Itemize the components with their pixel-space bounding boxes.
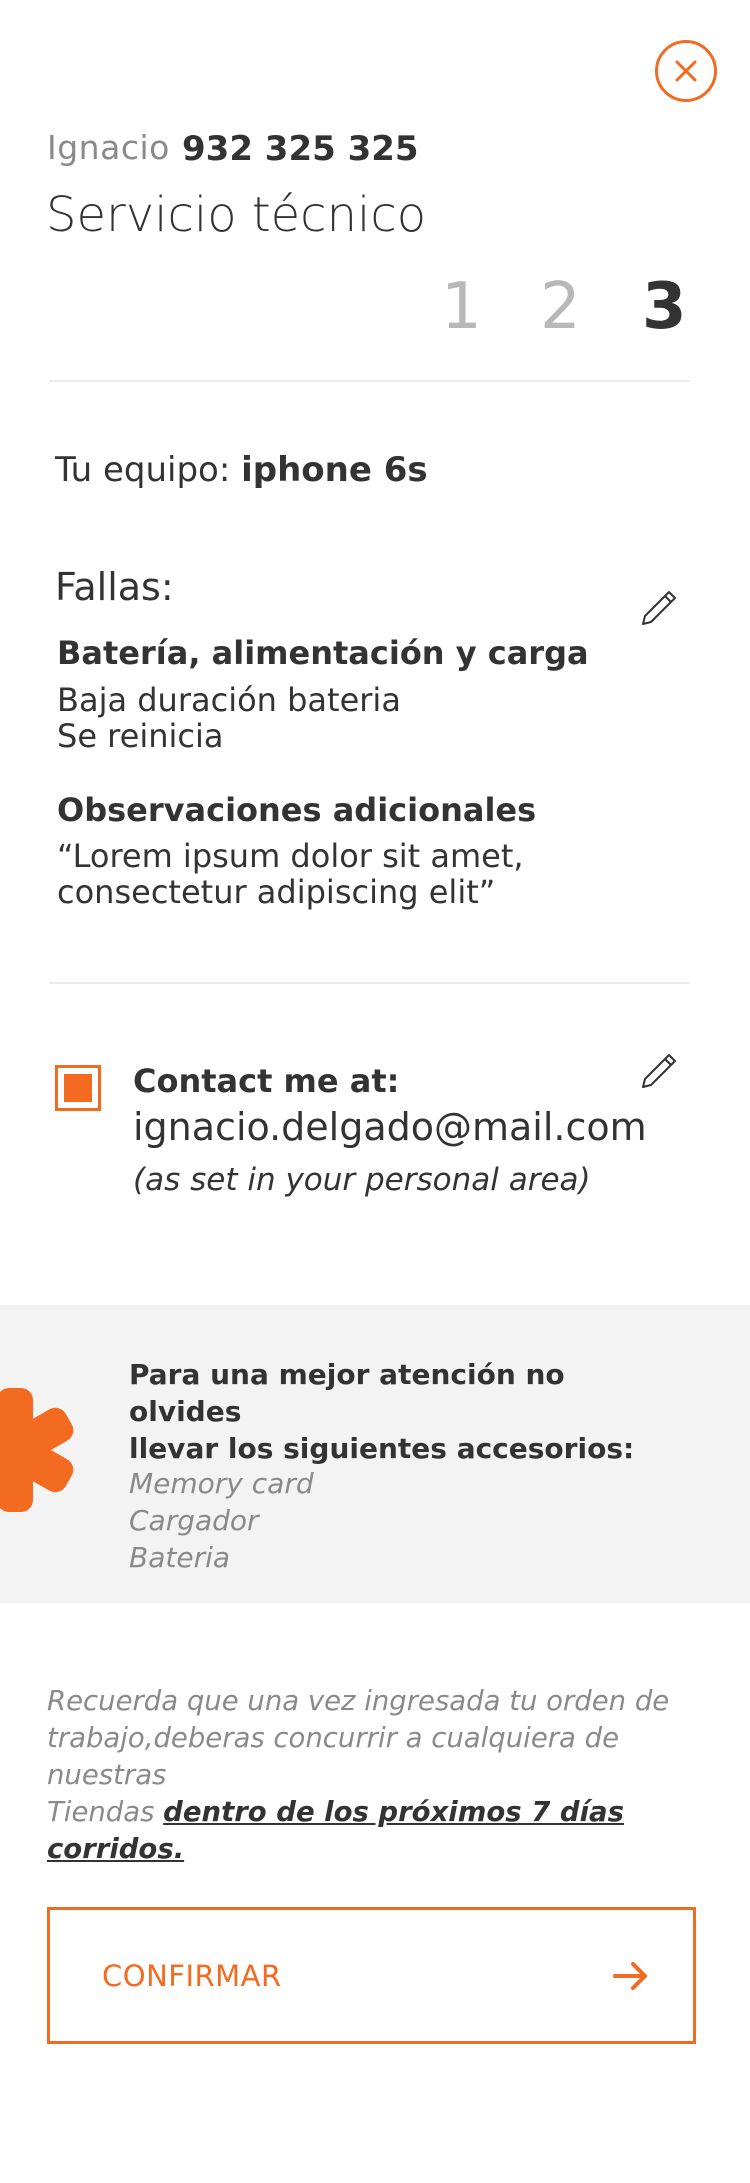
- observations-line: “Lorem ipsum dolor sit amet,: [57, 837, 524, 875]
- fault-item: Baja duración bateria: [57, 681, 401, 719]
- step-3[interactable]: 3: [642, 275, 687, 339]
- accessory-item: Bateria: [129, 1541, 231, 1574]
- notice-line-last: Tiendas dentro de los próximos 7 días co…: [47, 1794, 727, 1868]
- device-label: Tu equipo:: [55, 450, 231, 490]
- accessories-title-line: llevar los siguientes accesorios:: [129, 1432, 635, 1465]
- fault-item: Se reinicia: [57, 717, 224, 755]
- notice-line: Recuerda que una vez ingresada tu orden …: [47, 1685, 670, 1717]
- observations-heading: Observaciones adicionales: [57, 791, 537, 829]
- edit-contact-button[interactable]: [637, 1045, 683, 1095]
- divider: [49, 982, 690, 984]
- step-1[interactable]: 1: [441, 275, 482, 339]
- confirm-label: CONFIRMAR: [102, 1958, 282, 1993]
- pencil-icon: [642, 591, 676, 625]
- fault-items: Baja duración bateria Se reinicia: [57, 682, 401, 754]
- fault-category: Batería, alimentación y carga: [57, 634, 589, 672]
- divider: [49, 380, 690, 382]
- close-icon: [675, 60, 697, 82]
- contact-email: ignacio.delgado@mail.com: [133, 1105, 647, 1149]
- accessory-item: Memory card: [129, 1467, 314, 1500]
- asterisk-icon: [0, 1388, 74, 1512]
- device-summary: Tu equipo: iphone 6s: [55, 450, 428, 490]
- notice-line: trabajo,deberas concurrir a cualquiera d…: [47, 1722, 620, 1791]
- contact-checkbox[interactable]: [55, 1065, 101, 1111]
- edit-faults-button[interactable]: [637, 582, 683, 632]
- accessories-list: Memory card Cargador Bateria: [129, 1465, 314, 1576]
- notice-text: Recuerda que una vez ingresada tu orden …: [47, 1683, 727, 1868]
- contact-note: (as set in your personal area): [133, 1162, 591, 1198]
- accessories-title: Para una mejor atención no olvides lleva…: [129, 1356, 649, 1467]
- accessories-title-line: Para una mejor atención no olvides: [129, 1358, 565, 1428]
- close-button[interactable]: [655, 40, 717, 102]
- accessory-item: Cargador: [129, 1504, 259, 1537]
- device-value: iphone 6s: [241, 450, 428, 490]
- notice-prefix: Tiendas: [47, 1796, 155, 1828]
- page-title: Servicio técnico: [46, 187, 427, 243]
- user-name: Ignacio: [47, 128, 170, 167]
- step-2[interactable]: 2: [540, 275, 581, 339]
- confirm-button[interactable]: CONFIRMAR: [47, 1907, 696, 2044]
- contact-label: Contact me at:: [133, 1062, 400, 1100]
- user-phone: 932 325 325: [182, 129, 419, 169]
- faults-heading: Fallas:: [55, 565, 174, 609]
- observations-text: “Lorem ipsum dolor sit amet, consectetur…: [57, 838, 657, 910]
- checkbox-check: [64, 1074, 92, 1102]
- observations-line: consectetur adipiscing elit”: [57, 873, 496, 911]
- arrow-right-icon: [613, 1961, 647, 1990]
- pencil-icon: [642, 1054, 676, 1088]
